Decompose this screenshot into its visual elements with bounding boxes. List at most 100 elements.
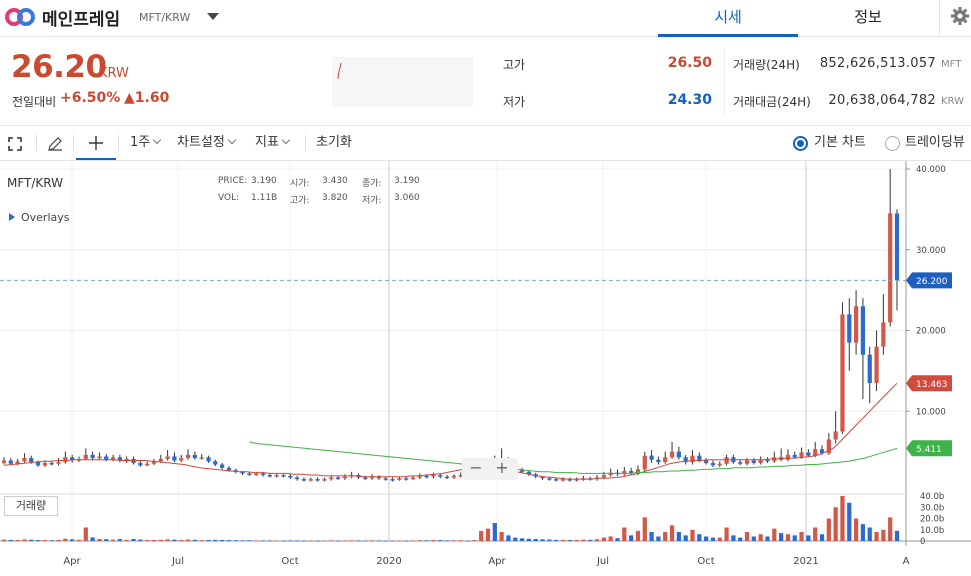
- chevron-down-icon[interactable]: [207, 13, 219, 20]
- candle-body: [308, 479, 313, 481]
- volume-bar: [76, 539, 82, 541]
- fullscreen-icon[interactable]: [8, 137, 22, 151]
- basic-chart-radio[interactable]: [793, 136, 808, 151]
- volume-bar: [301, 540, 307, 542]
- volume-bar: [867, 527, 872, 541]
- volume-bar: [513, 537, 518, 541]
- volume-bar: [519, 538, 525, 541]
- volume-bar: [669, 525, 675, 541]
- candle-body: [410, 477, 416, 480]
- chart-canvas[interactable]: 40.000 30.000 20.000 10.000 Apr Jul Oct 2020 Apr…: [0, 161, 971, 576]
- volume-bar: [431, 539, 436, 541]
- volume-bar: [90, 537, 95, 541]
- volume-bar: [1, 539, 7, 541]
- volume-bar: [369, 540, 375, 542]
- tab-quote[interactable]: 시세: [658, 0, 798, 37]
- candle-body: [29, 458, 34, 463]
- volume-toggle-button[interactable]: 거래량: [4, 496, 58, 516]
- candle-body: [840, 314, 845, 432]
- interval-label: 1주: [130, 135, 151, 150]
- candle-body: [288, 475, 293, 478]
- volume-bar: [220, 539, 225, 541]
- gear-icon[interactable]: [950, 6, 970, 26]
- volume-bar: [158, 539, 163, 541]
- ohlc-open: 3.430: [322, 176, 348, 186]
- low-label: 저가: [503, 95, 526, 109]
- candle-body: [888, 213, 893, 323]
- candle-body: [669, 451, 675, 458]
- volume-bar: [792, 535, 797, 541]
- divider: [36, 135, 37, 151]
- amount-label: 거래대금(24H): [733, 95, 811, 109]
- pencil-icon[interactable]: [47, 136, 63, 152]
- volume-bar: [819, 534, 825, 541]
- volume-bar: [813, 527, 818, 541]
- zoom-out-button[interactable]: −: [464, 458, 488, 480]
- candle-body: [751, 460, 756, 463]
- candle-body: [806, 452, 811, 456]
- candle-body: [158, 458, 163, 462]
- candle-body: [63, 457, 68, 463]
- tradingview-label[interactable]: 트레이딩뷰: [905, 126, 965, 160]
- volume-bar: [260, 540, 266, 542]
- candle-body: [165, 456, 170, 459]
- volume-bar: [860, 524, 866, 541]
- volume-bar: [199, 540, 204, 541]
- volume-bar: [145, 540, 150, 541]
- amount-unit: KRW: [941, 96, 964, 107]
- candle-body: [213, 461, 218, 465]
- reset-button[interactable]: 초기화: [316, 126, 352, 160]
- volume-bar: [738, 537, 743, 541]
- volume-bar: [629, 535, 634, 541]
- coin-name: 메인프레임: [42, 10, 121, 30]
- candle-body: [785, 454, 791, 460]
- chevron-down-icon: [281, 135, 291, 145]
- interval-select[interactable]: 1주: [130, 126, 162, 160]
- chart-settings-menu[interactable]: 차트설정: [177, 126, 237, 160]
- change-percent: +6.50%: [60, 90, 121, 106]
- volume-bar: [608, 536, 613, 541]
- tradingview-radio[interactable]: [885, 136, 900, 151]
- volume-bar: [581, 539, 586, 541]
- candle-body: [295, 477, 300, 480]
- candle-body: [281, 475, 286, 477]
- divider: [118, 135, 119, 151]
- ohlc-high: 3.820: [322, 193, 348, 203]
- crosshair-tool[interactable]: [76, 126, 116, 160]
- volume-bar: [165, 539, 170, 541]
- volume-bar: [49, 540, 54, 542]
- volume-bar: [881, 529, 886, 541]
- ohlc-price-label: PRICE:: [218, 176, 248, 186]
- price-unit: KRW: [99, 66, 129, 81]
- volume-bar: [342, 540, 347, 542]
- volume-bar: [717, 537, 722, 541]
- volume-bar: [274, 540, 279, 542]
- volume-bar: [622, 527, 627, 541]
- candle-body: [254, 473, 259, 475]
- candle-body: [894, 213, 900, 281]
- volume-bar: [83, 527, 88, 541]
- candle-body: [697, 455, 702, 461]
- price-chart[interactable]: 40.000 30.000 20.000 10.000 Apr Jul Oct 2020 Apr…: [0, 161, 971, 576]
- chevron-down-icon: [152, 135, 162, 145]
- volume-bar: [226, 540, 232, 541]
- volume-bar: [540, 539, 545, 541]
- volume-bar: [697, 534, 702, 541]
- ma-tag: 13.463: [916, 380, 948, 390]
- overlays-toggle[interactable]: Overlays: [9, 211, 70, 224]
- volume-bar: [485, 528, 491, 541]
- candle-body: [710, 462, 716, 466]
- candle-body: [90, 454, 95, 459]
- high-label: 고가: [503, 58, 526, 72]
- candle-body: [35, 462, 41, 466]
- tab-info[interactable]: 정보: [798, 0, 938, 37]
- candle-body: [179, 458, 184, 461]
- candle-body: [642, 455, 647, 470]
- basic-chart-label[interactable]: 기본 차트: [814, 126, 866, 160]
- candle-body: [404, 478, 409, 480]
- indicators-menu[interactable]: 지표: [255, 126, 291, 160]
- volume-axis-label: 40.0b: [920, 492, 944, 502]
- volume-bar: [349, 540, 354, 542]
- zoom-in-button[interactable]: +: [490, 458, 514, 480]
- ohlc-high-label: 고가:: [290, 196, 310, 206]
